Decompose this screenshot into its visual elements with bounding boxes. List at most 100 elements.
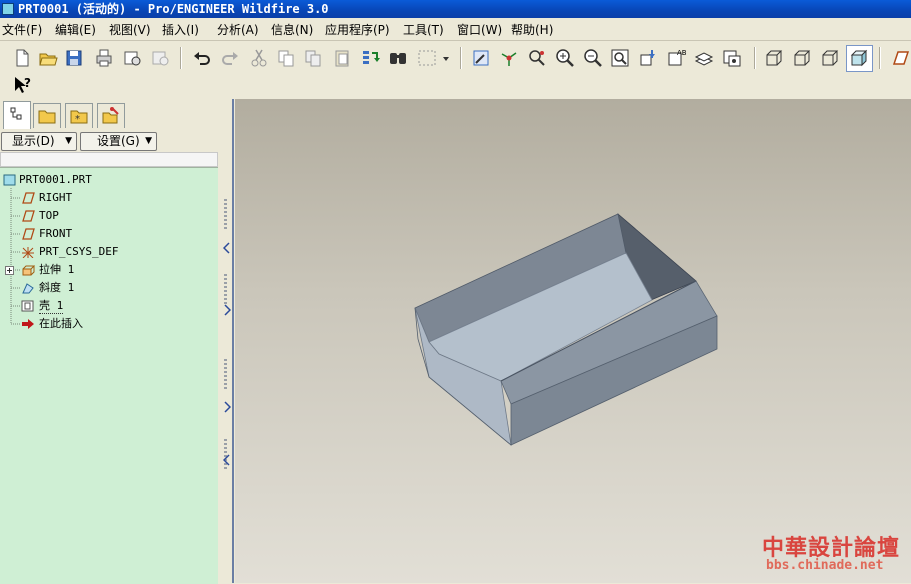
tree-item-label: 斜度 1	[39, 281, 75, 294]
tree-root[interactable]: PRT0001.PRT	[3, 172, 203, 188]
tree-item-label: 壳 1	[39, 299, 64, 314]
settings-dropdown[interactable]: 设置(G) ▼	[80, 132, 157, 151]
select-dropdown-arrow[interactable]	[441, 47, 451, 69]
save-icon[interactable]	[63, 47, 85, 69]
menu-tools[interactable]: 工具(T)	[403, 21, 444, 38]
tree-item-right[interactable]: RIGHT	[21, 190, 201, 206]
tree-item-extrude[interactable]: 拉伸 1	[3, 262, 201, 278]
menu-info[interactable]: 信息(N)	[271, 21, 313, 38]
whats-this-icon[interactable]: ?	[11, 74, 33, 96]
reorient-icon[interactable]	[637, 47, 659, 69]
menu-help[interactable]: 帮助(H)	[511, 21, 553, 38]
hidden-line-icon[interactable]	[791, 47, 813, 69]
navigator-dropdown-bar: 显示(D) ▼ 设置(G) ▼	[0, 130, 218, 152]
menu-analysis[interactable]: 分析(A)	[217, 21, 259, 38]
chevron-down-icon: ▼	[65, 136, 72, 146]
tree-item-label: PRT_CSYS_DEF	[39, 245, 119, 258]
menu-edit[interactable]: 编辑(E)	[55, 21, 96, 38]
zoom-out-icon[interactable]	[582, 47, 604, 69]
send-icon[interactable]	[121, 47, 143, 69]
tree-item-front[interactable]: FRONT	[21, 226, 201, 242]
menu-window[interactable]: 窗口(W)	[457, 21, 502, 38]
graphics-window[interactable]	[235, 99, 911, 583]
splitter-grip	[224, 359, 227, 389]
shelled-part-model[interactable]	[235, 99, 911, 583]
show-dropdown[interactable]: 显示(D) ▼	[1, 132, 77, 151]
saved-views-icon[interactable]: AB	[665, 47, 687, 69]
expand-right-icon[interactable]	[223, 401, 231, 413]
undo-icon[interactable]	[191, 47, 213, 69]
shell-icon	[21, 300, 34, 312]
panel-splitter[interactable]	[218, 99, 235, 583]
toolbar-separator	[754, 47, 756, 69]
svg-text:AB: AB	[677, 49, 687, 57]
shading-icon[interactable]	[846, 45, 873, 72]
tree-item-label: 在此插入	[39, 317, 83, 330]
find-icon[interactable]	[387, 47, 409, 69]
repaint-icon[interactable]	[470, 47, 492, 69]
redo-icon[interactable]	[219, 47, 241, 69]
menu-view[interactable]: 视图(V)	[109, 21, 151, 38]
svg-text:*: *	[75, 114, 80, 125]
csys-icon	[22, 247, 34, 258]
orient-icon[interactable]	[526, 47, 548, 69]
cut-icon[interactable]	[248, 47, 270, 69]
tree-item-csys[interactable]: PRT_CSYS_DEF	[21, 244, 201, 260]
tree-item-shell[interactable]: 壳 1	[21, 298, 201, 314]
paste-icon[interactable]	[302, 47, 324, 69]
print-icon[interactable]	[93, 47, 115, 69]
collapse-left-icon[interactable]	[223, 242, 231, 254]
copy-icon[interactable]	[275, 47, 297, 69]
svg-text:?: ?	[24, 76, 31, 90]
tab-favorites[interactable]: *	[65, 103, 93, 128]
watermark-url: bbs.chinade.net	[766, 558, 884, 573]
tab-model-tree[interactable]	[3, 101, 31, 129]
new-icon[interactable]	[11, 47, 33, 69]
tree-item-label: TOP	[39, 209, 59, 222]
menu-bar: 文件(F) 编辑(E) 视图(V) 插入(I) 分析(A) 信息(N) 应用程序…	[0, 18, 911, 41]
open-icon[interactable]	[37, 47, 59, 69]
tree-item-insert-here[interactable]: 在此插入	[21, 316, 201, 332]
zoom-in-icon[interactable]	[554, 47, 576, 69]
no-hidden-icon[interactable]	[819, 47, 841, 69]
tree-item-top[interactable]: TOP	[21, 208, 201, 224]
menu-applications[interactable]: 应用程序(P)	[325, 21, 390, 38]
splitter-edge	[232, 99, 234, 583]
select-box-icon[interactable]	[416, 47, 438, 69]
expand-right-icon[interactable]	[223, 304, 231, 316]
favorites-icon: *	[70, 110, 88, 125]
close-window-icon[interactable]	[149, 47, 171, 69]
navigator-tabs: *	[0, 99, 228, 129]
menu-file[interactable]: 文件(F)	[2, 21, 42, 38]
refit-icon[interactable]	[609, 47, 631, 69]
wireframe-icon[interactable]	[763, 47, 785, 69]
tree-item-label: RIGHT	[39, 191, 73, 204]
paste-special-icon[interactable]	[331, 47, 353, 69]
datum-plane-icon	[22, 228, 35, 240]
tree-filter-field[interactable]	[0, 152, 218, 167]
spin-center-icon[interactable]	[498, 47, 520, 69]
window-title: PRT0001 (活动的) - Pro/ENGINEER Wildfire 3.…	[18, 2, 329, 16]
tree-item-draft[interactable]: 斜度 1	[21, 280, 201, 296]
tab-folder-browser[interactable]	[33, 103, 61, 128]
connections-icon	[102, 107, 119, 124]
view-manager-icon[interactable]	[721, 47, 743, 69]
settings-dropdown-label: 设置(G)	[97, 134, 140, 148]
datum-plane-icon	[22, 210, 35, 222]
menu-insert[interactable]: 插入(I)	[162, 21, 199, 38]
toolbar-separator	[180, 47, 182, 69]
app-icon	[2, 3, 14, 15]
regenerate-icon[interactable]	[359, 47, 381, 69]
datum-plane-icon[interactable]	[888, 47, 910, 69]
tree-root-label: PRT0001.PRT	[19, 173, 92, 186]
splitter-grip	[224, 199, 227, 229]
title-bar: PRT0001 (活动的) - Pro/ENGINEER Wildfire 3.…	[0, 0, 911, 18]
expand-icon[interactable]	[5, 266, 14, 275]
draft-icon	[22, 283, 34, 294]
chevron-down-icon: ▼	[145, 136, 152, 146]
datum-plane-icon	[22, 192, 35, 204]
collapse-left-icon[interactable]	[223, 454, 231, 466]
layers-icon[interactable]	[693, 47, 715, 69]
tab-connections[interactable]	[97, 103, 125, 128]
folder-browser-icon	[38, 110, 56, 124]
